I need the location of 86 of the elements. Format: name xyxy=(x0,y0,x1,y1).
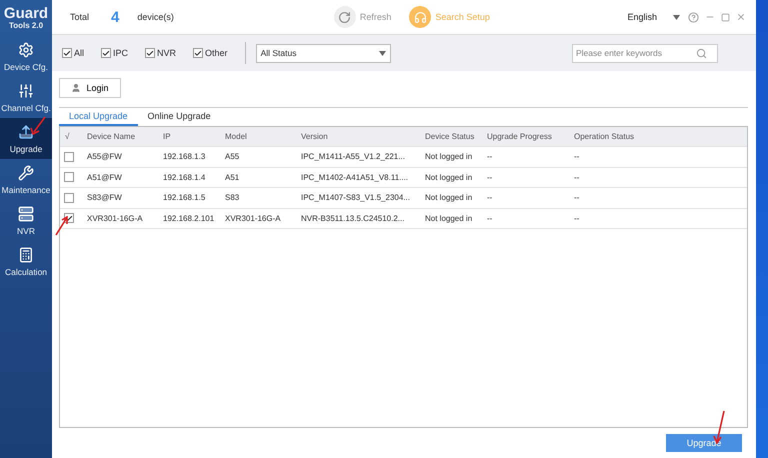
table-cell-text: -- xyxy=(573,214,580,223)
sidebar-item[interactable]: Upgrade xyxy=(0,118,52,159)
sidebar-item[interactable]: Maintenance xyxy=(0,159,52,200)
help-icon[interactable] xyxy=(688,12,699,22)
table-cell-text: A51@FW xyxy=(86,172,122,182)
column-header[interactable]: Version xyxy=(296,132,328,141)
table-cell-text: Not logged in xyxy=(424,214,472,223)
maximize-icon[interactable] xyxy=(721,12,730,22)
table-cell-text: 192.168.1.5 xyxy=(162,193,206,202)
search-field[interactable]: Please enter keywords xyxy=(572,44,718,62)
logo: Guard xyxy=(4,6,48,21)
table-cell-text: A51 xyxy=(224,172,240,182)
sidebar-label: Maintenance xyxy=(2,184,50,194)
table-cell-text: IPC_M1407-S83_V1.5_2304... xyxy=(300,193,410,202)
checkbox[interactable] xyxy=(101,48,112,58)
sidebar-label: NVR xyxy=(17,226,35,236)
filter-label: Other xyxy=(205,48,228,58)
tab[interactable]: Online Upgrade xyxy=(138,109,221,126)
sidebar-label: Calculation xyxy=(4,266,48,276)
table-cell-text: -- xyxy=(573,152,580,162)
table-cell-text: IPC_M1411-A55_V1.2_221... xyxy=(300,152,405,162)
dropdown-arrow-icon[interactable] xyxy=(378,50,386,56)
table-cell-text: NVR-B3511.13.5.C24510.2... xyxy=(300,214,404,223)
column-header[interactable]: Device Status xyxy=(420,132,474,141)
checkbox[interactable] xyxy=(62,48,72,58)
table-cell-text: XVR301-16G-A xyxy=(86,214,143,223)
calculator-icon xyxy=(18,246,34,262)
sliders-icon xyxy=(18,82,34,98)
table-cell-text: IPC_M1402-A41A51_V8.11.... xyxy=(300,172,408,182)
unit-label: device(s) xyxy=(137,12,174,22)
filter-label: IPC xyxy=(113,48,128,58)
sidebar-label: Device Cfg. xyxy=(4,62,48,72)
table-cell-text: A55 xyxy=(224,152,240,162)
search-icon[interactable] xyxy=(696,48,707,58)
select-column-header[interactable]: √ xyxy=(60,132,70,141)
dropdown-arrow-icon[interactable] xyxy=(673,14,680,20)
table-cell-text: -- xyxy=(486,214,492,223)
table-cell-text: -- xyxy=(573,193,580,202)
arrow-annotation xyxy=(55,216,69,236)
app-version: Tools 2.0 xyxy=(8,21,44,30)
column-header[interactable]: Operation Status xyxy=(569,132,634,141)
table-cell-text: 192.168.1.3 xyxy=(162,152,206,162)
filter-label: All xyxy=(74,48,84,58)
sidebar-item[interactable]: Device Cfg. xyxy=(0,36,52,77)
upload-icon xyxy=(18,124,34,140)
table-cell-text: XVR301-16G-A xyxy=(224,214,281,223)
sidebar-item[interactable]: Calculation xyxy=(0,241,52,282)
table-cell-text: -- xyxy=(486,193,492,202)
filter-label: NVR xyxy=(157,48,176,58)
arrow-annotation xyxy=(30,116,46,136)
close-icon[interactable] xyxy=(736,12,746,22)
column-header[interactable]: IP xyxy=(158,132,171,141)
table-cell-text: Not logged in xyxy=(424,152,472,162)
status-dropdown[interactable]: All Status xyxy=(256,44,391,62)
language-dropdown[interactable]: English xyxy=(627,12,680,22)
table-cell-text: A55@FW xyxy=(86,152,122,162)
refresh-icon xyxy=(338,10,352,24)
table-cell-text: Not logged in xyxy=(424,193,472,202)
sidebar-label: Channel Cfg. xyxy=(1,102,51,112)
login-button[interactable]: Login xyxy=(59,78,121,98)
user-icon xyxy=(71,83,82,93)
table-cell-text: 192.168.2.101 xyxy=(162,214,214,223)
gear-icon xyxy=(18,42,34,58)
total-label: Total xyxy=(70,12,90,22)
checkbox[interactable] xyxy=(145,48,156,58)
column-header[interactable]: Upgrade Progress xyxy=(482,132,552,141)
sidebar-item[interactable]: NVR xyxy=(0,200,52,241)
checkbox[interactable] xyxy=(193,48,204,58)
table-cell-text: S83@FW xyxy=(86,193,122,202)
table-cell-text: -- xyxy=(573,172,580,182)
table-cell-text: -- xyxy=(486,172,492,182)
column-header[interactable]: Device Name xyxy=(82,132,136,141)
headphones-icon xyxy=(414,10,427,24)
row-checkbox[interactable] xyxy=(64,152,74,162)
row-checkbox[interactable] xyxy=(64,172,74,182)
column-header[interactable]: Model xyxy=(220,132,247,141)
sidebar-item[interactable]: Channel Cfg. xyxy=(0,77,52,118)
table-cell-text: -- xyxy=(486,152,492,162)
device-count: 4 xyxy=(111,8,120,26)
server-icon xyxy=(18,206,34,222)
table-cell-text: S83 xyxy=(224,193,240,202)
row-checkbox[interactable] xyxy=(64,192,74,203)
table-cell-text: 192.168.1.4 xyxy=(162,172,206,182)
table-cell-text: Not logged in xyxy=(424,172,472,182)
sidebar-label: Upgrade xyxy=(10,144,42,154)
wrench-icon xyxy=(18,164,34,180)
